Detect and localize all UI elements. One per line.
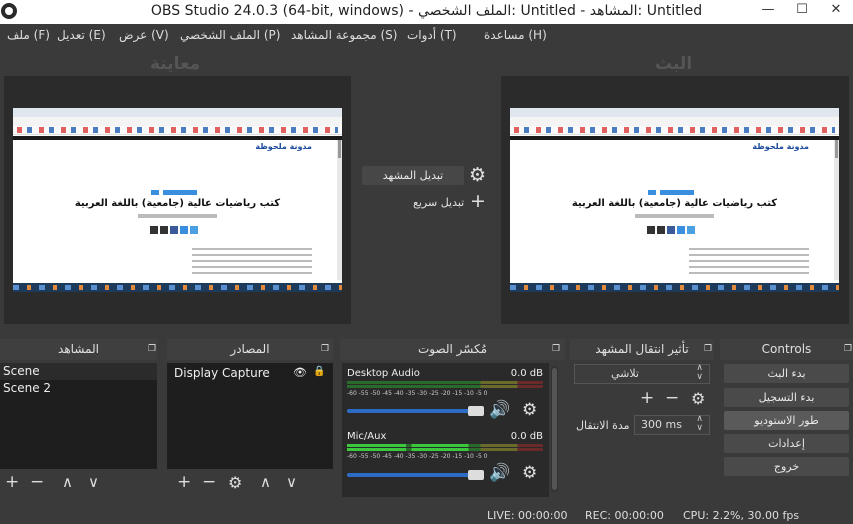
scenes-dock-title: المشاهد xyxy=(58,342,99,356)
scene-item[interactable]: Scene 2 xyxy=(0,380,157,397)
duration-value: 300 ms xyxy=(641,418,682,431)
menu-bar: ملف (F) تعديل (E) عرض (V) الملف الشخصي (… xyxy=(0,24,853,46)
mic-aux-meter xyxy=(347,444,543,447)
desktop-audio-gear-icon[interactable]: ⚙ xyxy=(522,400,537,420)
program-pane[interactable]: مدونة ملحوظة كتب رياضيات عالية (جامعية) … xyxy=(501,76,849,324)
preview-screen: مدونة ملحوظة كتب رياضيات عالية (جامعية) … xyxy=(13,108,342,292)
mic-aux-scale: -60 -55 -50 -45 -40 -35 -30 -25 -20 -15 … xyxy=(347,453,488,460)
exit-button[interactable]: خروج xyxy=(724,457,849,476)
site-logo: مدونة ملحوظة xyxy=(752,142,809,151)
sources-dock-title: المصادر xyxy=(230,342,270,356)
visibility-eye-icon[interactable]: 👁 xyxy=(293,366,307,379)
desktop-audio-meter xyxy=(347,385,543,388)
transition-properties-gear-icon[interactable]: ⚙ xyxy=(691,390,705,407)
menu-edit[interactable]: تعديل (E) xyxy=(52,24,111,46)
source-down-button[interactable]: ∨ xyxy=(286,474,297,491)
title-bar: OBS Studio 24.0.3 (64-bit, windows) - ال… xyxy=(0,0,853,24)
menu-scene-collection[interactable]: مجموعة المشاهد (S) xyxy=(286,24,402,46)
site-logo: مدونة ملحوظة xyxy=(255,142,312,151)
mic-aux-speaker-icon[interactable]: 🔊 xyxy=(489,463,510,483)
lock-icon[interactable]: 🔒 xyxy=(313,366,325,377)
desktop-audio-label: Desktop Audio xyxy=(347,368,420,379)
mixer-dock-header: مُكسّر الصوت ❐ xyxy=(340,339,565,360)
mic-aux-db: 0.0 dB xyxy=(510,431,543,442)
menu-view[interactable]: عرض (V) xyxy=(114,24,174,46)
scene-up-button[interactable]: ∧ xyxy=(62,474,73,491)
source-up-button[interactable]: ∧ xyxy=(260,474,271,491)
mic-aux-volume-knob[interactable] xyxy=(468,470,484,480)
program-title: البث xyxy=(655,54,693,74)
menu-file[interactable]: ملف (F) xyxy=(2,24,55,46)
float-icon[interactable]: ❐ xyxy=(148,339,156,360)
switch-scene-button[interactable]: تبديل المشهد xyxy=(362,166,464,185)
preview-title: معاينة xyxy=(150,54,201,74)
transition-select[interactable]: تلاشي ∧ ∨ xyxy=(574,364,710,384)
transitions-dock-header: تأثير انتقال المشهد ❐ xyxy=(570,339,714,360)
mic-aux-gear-icon[interactable]: ⚙ xyxy=(522,463,537,483)
sources-dock-header: المصادر ❐ xyxy=(167,339,333,360)
maximize-button[interactable]: ☐ xyxy=(785,0,819,22)
menu-help[interactable]: مساعدة (H) xyxy=(479,24,552,46)
duration-label: مدة الانتقال xyxy=(576,419,630,432)
studio-mode-button[interactable]: طور الاستوديو xyxy=(724,411,849,430)
float-icon[interactable]: ❐ xyxy=(321,339,329,360)
source-item[interactable]: Display Capture xyxy=(167,363,333,382)
program-screen: مدونة ملحوظة كتب رياضيات عالية (جامعية) … xyxy=(510,108,839,292)
float-icon[interactable]: ❐ xyxy=(552,339,560,360)
scene-down-button[interactable]: ∨ xyxy=(88,474,99,491)
mixer-dock-title: مُكسّر الصوت xyxy=(417,342,488,356)
obs-logo-icon xyxy=(1,3,17,19)
quick-switch-plus-icon[interactable]: + xyxy=(470,190,486,212)
add-transition-button[interactable]: + xyxy=(640,390,654,407)
source-properties-gear-icon[interactable]: ⚙ xyxy=(228,474,242,491)
remove-transition-button[interactable]: − xyxy=(665,390,679,407)
spin-arrows-icon: ∧ ∨ xyxy=(696,414,703,433)
mixer-scrollbar[interactable] xyxy=(551,366,558,492)
scenes-list: Scene Scene 2 xyxy=(0,363,157,469)
add-scene-button[interactable]: + xyxy=(5,474,19,491)
scene-item[interactable]: Scene xyxy=(0,363,157,380)
live-status: LIVE: 00:00:00 xyxy=(487,509,568,522)
window-title: OBS Studio 24.0.3 (64-bit, windows) - ال… xyxy=(150,3,703,19)
spin-arrows-icon: ∧ ∨ xyxy=(696,363,703,382)
remove-scene-button[interactable]: − xyxy=(30,474,44,491)
cpu-status: CPU: 2.2%, 30.00 fps xyxy=(683,509,800,522)
sources-list: Display Capture xyxy=(167,363,333,469)
audio-mixer: Desktop Audio 0.0 dB -60 -55 -50 -45 -40… xyxy=(342,363,549,497)
mic-aux-label: Mic/Aux xyxy=(347,431,387,442)
controls-dock-header: Controls ❐ xyxy=(720,339,853,360)
controls-dock-title: Controls xyxy=(761,342,812,356)
transition-select-value: تلاشي xyxy=(610,367,639,380)
preview-pane[interactable]: مدونة ملحوظة كتب رياضيات عالية (جامعية) … xyxy=(4,76,351,324)
desktop-audio-db: 0.0 dB xyxy=(510,368,543,379)
transitions-dock-title: تأثير انتقال المشهد xyxy=(595,342,689,356)
menu-tools[interactable]: أدوات (T) xyxy=(402,24,462,46)
desktop-audio-speaker-icon[interactable]: 🔊 xyxy=(489,400,510,420)
settings-button[interactable]: إعدادات xyxy=(724,434,849,453)
desktop-audio-volume-knob[interactable] xyxy=(468,406,484,416)
article-heading: كتب رياضيات عالية (جامعية) باللغة العربي… xyxy=(571,198,778,209)
quick-switch-label[interactable]: تبديل سريع xyxy=(413,196,464,209)
desktop-audio-meter xyxy=(347,381,543,384)
start-recording-button[interactable]: بدء التسجيل xyxy=(724,388,849,407)
mic-aux-volume-slider[interactable] xyxy=(347,473,481,477)
rec-status: REC: 00:00:00 xyxy=(585,509,664,522)
remove-source-button[interactable]: − xyxy=(202,474,216,491)
transition-gear-icon[interactable]: ⚙ xyxy=(469,164,486,186)
mic-aux-meter xyxy=(347,448,543,451)
minimize-button[interactable]: — xyxy=(751,0,785,22)
scenes-dock-header: المشاهد ❐ xyxy=(0,339,157,360)
start-streaming-button[interactable]: بدء البث xyxy=(724,364,849,383)
close-button[interactable]: ✕ xyxy=(819,0,853,22)
desktop-audio-scale: -60 -55 -50 -45 -40 -35 -30 -25 -20 -15 … xyxy=(347,390,488,397)
add-source-button[interactable]: + xyxy=(177,474,191,491)
duration-spinbox[interactable]: 300 ms ∧ ∨ xyxy=(634,415,710,435)
float-icon[interactable]: ❐ xyxy=(704,339,712,360)
float-icon[interactable]: ❐ xyxy=(844,339,852,360)
desktop-audio-volume-slider[interactable] xyxy=(347,409,481,413)
menu-profile[interactable]: الملف الشخصي (P) xyxy=(175,24,285,46)
article-heading: كتب رياضيات عالية (جامعية) باللغة العربي… xyxy=(74,198,281,209)
